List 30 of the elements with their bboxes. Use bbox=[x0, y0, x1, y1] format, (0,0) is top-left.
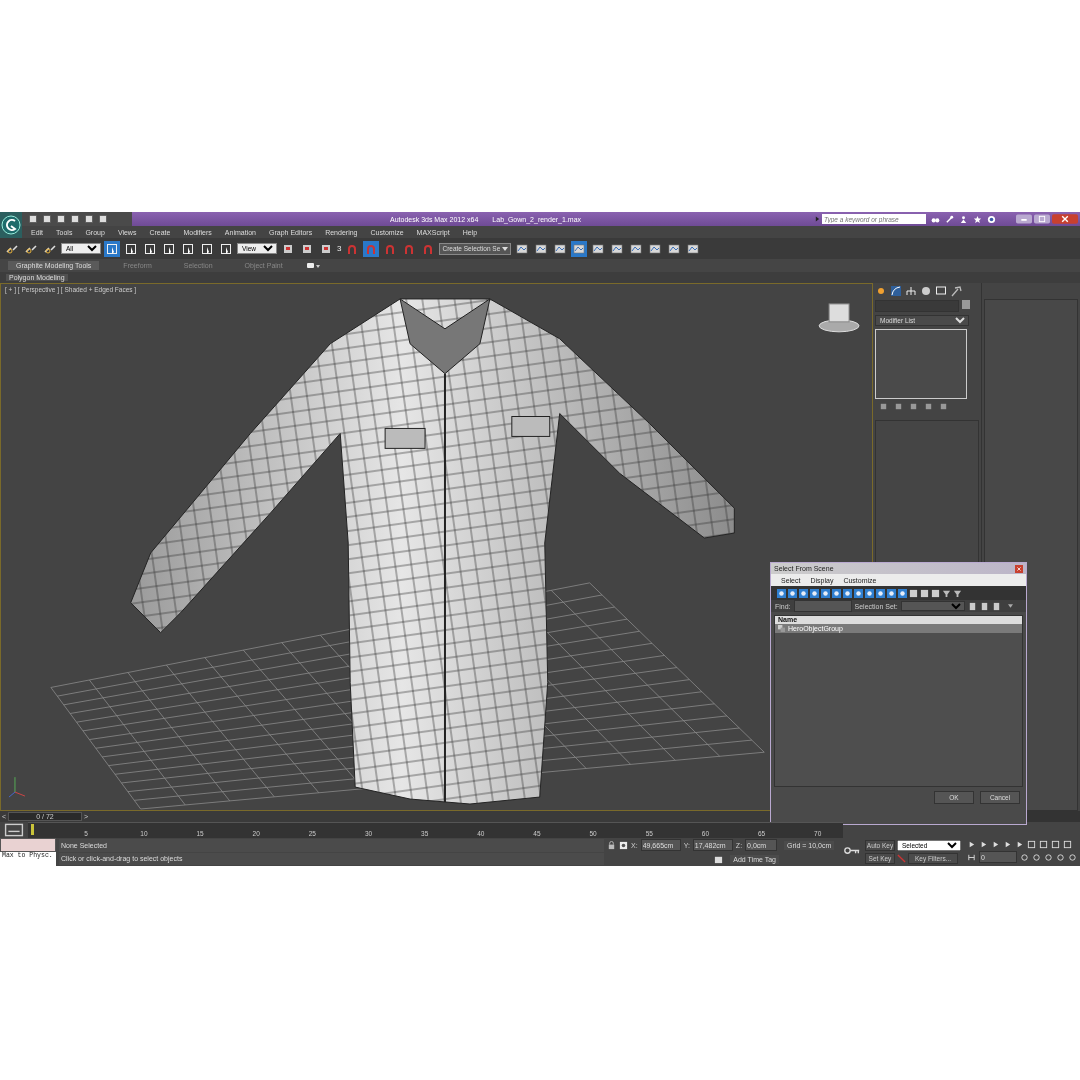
select-icon[interactable] bbox=[104, 240, 120, 257]
curve-editor-icon[interactable] bbox=[4, 823, 24, 837]
close-icon[interactable] bbox=[1052, 214, 1078, 224]
key-icon[interactable] bbox=[843, 846, 861, 855]
caret-icon[interactable] bbox=[502, 246, 509, 251]
monitor-icon[interactable] bbox=[935, 285, 947, 297]
gown-model-drawing[interactable] bbox=[130, 298, 735, 805]
caret-icon[interactable] bbox=[1007, 604, 1013, 608]
find-field[interactable] bbox=[793, 600, 852, 612]
play-icon[interactable] bbox=[991, 840, 1000, 849]
dropdown-icon[interactable] bbox=[306, 261, 321, 270]
color-swatch[interactable] bbox=[962, 300, 970, 309]
sun-icon[interactable] bbox=[875, 285, 887, 297]
lock-icon[interactable] bbox=[607, 840, 616, 850]
maximize-icon[interactable] bbox=[1034, 214, 1050, 224]
hammer-icon[interactable] bbox=[950, 285, 962, 297]
axis-tripod-icon bbox=[8, 776, 26, 798]
minimize-icon[interactable] bbox=[1016, 214, 1032, 224]
listener-input[interactable] bbox=[0, 838, 56, 852]
close-icon[interactable] bbox=[1015, 564, 1023, 573]
logo-icon[interactable] bbox=[1, 215, 21, 235]
wrench-icon[interactable] bbox=[945, 214, 954, 224]
view-cube-icon[interactable] bbox=[818, 303, 860, 333]
hierarchy-icon[interactable] bbox=[905, 285, 917, 297]
star-icon[interactable] bbox=[973, 214, 982, 224]
person-icon[interactable] bbox=[959, 214, 968, 224]
snap-label: 3 bbox=[337, 244, 342, 253]
play-icon[interactable] bbox=[815, 215, 820, 223]
time-marker[interactable] bbox=[31, 824, 34, 835]
modifier-stack-list[interactable] bbox=[875, 329, 967, 399]
